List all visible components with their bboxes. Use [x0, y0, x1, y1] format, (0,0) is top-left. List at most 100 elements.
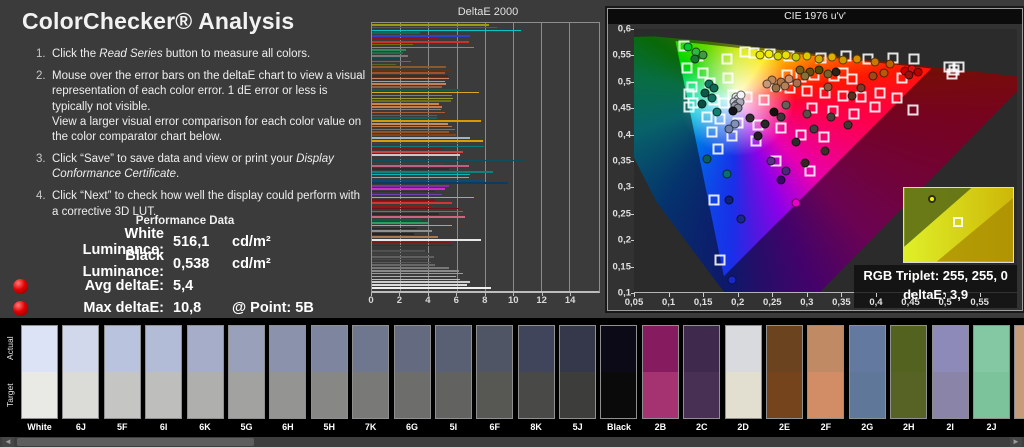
deltae-bar[interactable]: [372, 100, 451, 102]
deltae-bar[interactable]: [372, 199, 436, 201]
horizontal-scrollbar[interactable]: ◄ ►: [0, 437, 1024, 447]
scroll-right-arrow-icon[interactable]: ►: [1010, 437, 1022, 447]
deltae-bar[interactable]: [372, 275, 457, 278]
deltae-bar[interactable]: [372, 205, 431, 207]
deltae-bar[interactable]: [372, 261, 431, 264]
deltae-bar[interactable]: [372, 221, 429, 224]
deltae-bar[interactable]: [372, 250, 426, 252]
deltae-bar[interactable]: [372, 38, 437, 40]
deltae-bar[interactable]: [372, 284, 468, 286]
deltae-bar[interactable]: [372, 264, 436, 266]
deltae-bar[interactable]: [372, 253, 430, 255]
deltae-bar[interactable]: [372, 103, 440, 105]
deltae-bar[interactable]: [372, 207, 460, 210]
deltae-bar[interactable]: [372, 97, 454, 100]
deltae-bar[interactable]: [372, 139, 483, 142]
deltae-bar[interactable]: [372, 241, 451, 244]
deltae-bar[interactable]: [372, 94, 452, 97]
deltae-bar[interactable]: [372, 106, 443, 108]
deltae-bar[interactable]: [372, 83, 447, 85]
deltae-bar[interactable]: [372, 185, 450, 187]
swatch-target: [891, 372, 927, 418]
deltae-bar[interactable]: [372, 134, 457, 136]
deltae-bar[interactable]: [372, 216, 465, 218]
deltae-bar[interactable]: [372, 111, 445, 114]
deltae-bar[interactable]: [372, 247, 429, 250]
deltae-bar[interactable]: [372, 156, 431, 159]
deltae-bar[interactable]: [372, 196, 475, 199]
deltae-bar[interactable]: [372, 63, 396, 66]
scroll-left-arrow-icon[interactable]: ◄: [2, 437, 14, 447]
deltae-bar[interactable]: [372, 255, 434, 258]
deltae-bar[interactable]: [372, 24, 489, 26]
deltae-bar[interactable]: [372, 117, 437, 119]
deltae-bar[interactable]: [372, 148, 443, 151]
deltae-bar[interactable]: [372, 272, 464, 275]
deltae-bar[interactable]: [372, 55, 409, 57]
deltae-bar[interactable]: [372, 179, 485, 182]
deltae-bar[interactable]: [372, 213, 440, 216]
deltae-bar[interactable]: [372, 108, 441, 111]
deltae-bar[interactable]: [372, 60, 412, 63]
deltae-bar[interactable]: [372, 176, 469, 179]
deltae-bar[interactable]: [372, 159, 524, 162]
scrollbar-thumb[interactable]: [17, 438, 254, 446]
deltae-bar[interactable]: [372, 258, 427, 261]
deltae-bar[interactable]: [372, 125, 452, 128]
deltae-bar[interactable]: [372, 52, 403, 54]
deltae-bar[interactable]: [372, 151, 464, 153]
deltae-bar[interactable]: [372, 66, 447, 69]
deltae-bar[interactable]: [372, 114, 437, 117]
deltae-bar[interactable]: [372, 57, 399, 60]
deltae-bar[interactable]: [372, 230, 433, 233]
deltae-bar[interactable]: [372, 35, 471, 37]
deltae-bar[interactable]: [372, 80, 445, 83]
deltae-bar[interactable]: [372, 193, 443, 196]
deltae-bar[interactable]: [372, 120, 482, 122]
deltae-bar[interactable]: [372, 281, 471, 283]
deltae-bar[interactable]: [372, 219, 422, 221]
deltae-bar[interactable]: [372, 287, 492, 289]
deltae-bar[interactable]: [372, 26, 497, 29]
deltae-bar[interactable]: [372, 171, 493, 173]
deltae-bar[interactable]: [372, 224, 452, 227]
deltae-bar[interactable]: [372, 154, 461, 156]
deltae-bar[interactable]: [372, 89, 461, 91]
deltae-bar[interactable]: [372, 182, 509, 184]
deltae-bar[interactable]: [372, 77, 450, 80]
deltae-bar[interactable]: [372, 227, 417, 230]
deltae-bar[interactable]: [372, 86, 443, 88]
deltae-bar[interactable]: [372, 49, 406, 52]
deltae-bar[interactable]: [372, 233, 415, 235]
deltae-bar[interactable]: [372, 131, 450, 134]
deltae-bar[interactable]: [372, 32, 420, 35]
deltae-bar[interactable]: [372, 142, 464, 145]
deltae-bar[interactable]: [372, 173, 471, 176]
deltae-bar[interactable]: [372, 43, 413, 46]
deltae-bar[interactable]: [372, 202, 452, 204]
deltae-bar[interactable]: [372, 91, 479, 94]
deltae-bar[interactable]: [372, 270, 460, 272]
deltae-bar[interactable]: [372, 40, 469, 43]
deltae-bar[interactable]: [372, 137, 471, 139]
deltae-bar[interactable]: [372, 278, 461, 281]
deltae-bar[interactable]: [372, 236, 438, 238]
deltae-bar[interactable]: [372, 238, 482, 241]
deltae-bar[interactable]: [372, 168, 450, 170]
deltae-bar[interactable]: [372, 244, 454, 247]
deltae-bar[interactable]: [372, 122, 448, 125]
deltae-bar[interactable]: [372, 162, 445, 165]
deltae-bar[interactable]: [372, 46, 475, 49]
deltae-bar[interactable]: [372, 145, 485, 148]
deltae-bar[interactable]: [372, 69, 451, 71]
deltae-bar[interactable]: [372, 128, 455, 131]
comparator-column: 5G: [227, 325, 265, 435]
deltae-bar[interactable]: [372, 267, 450, 269]
deltae-bar[interactable]: [372, 29, 521, 32]
deltae-bar[interactable]: [372, 190, 436, 193]
deltae-bar[interactable]: [372, 72, 445, 74]
deltae-bar[interactable]: [372, 165, 469, 167]
deltae-bar[interactable]: [372, 210, 464, 213]
deltae-bar[interactable]: [372, 188, 445, 190]
deltae-bar[interactable]: [372, 74, 448, 77]
